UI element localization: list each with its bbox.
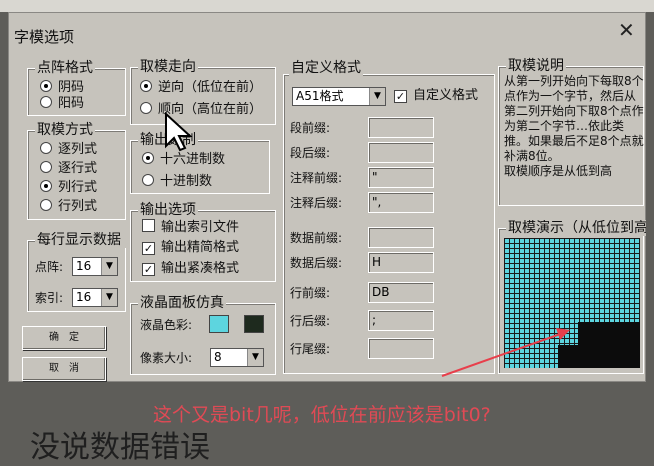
background-heading: 没说数据错误 [30,430,210,465]
annotation-arrow-icon [441,328,570,377]
